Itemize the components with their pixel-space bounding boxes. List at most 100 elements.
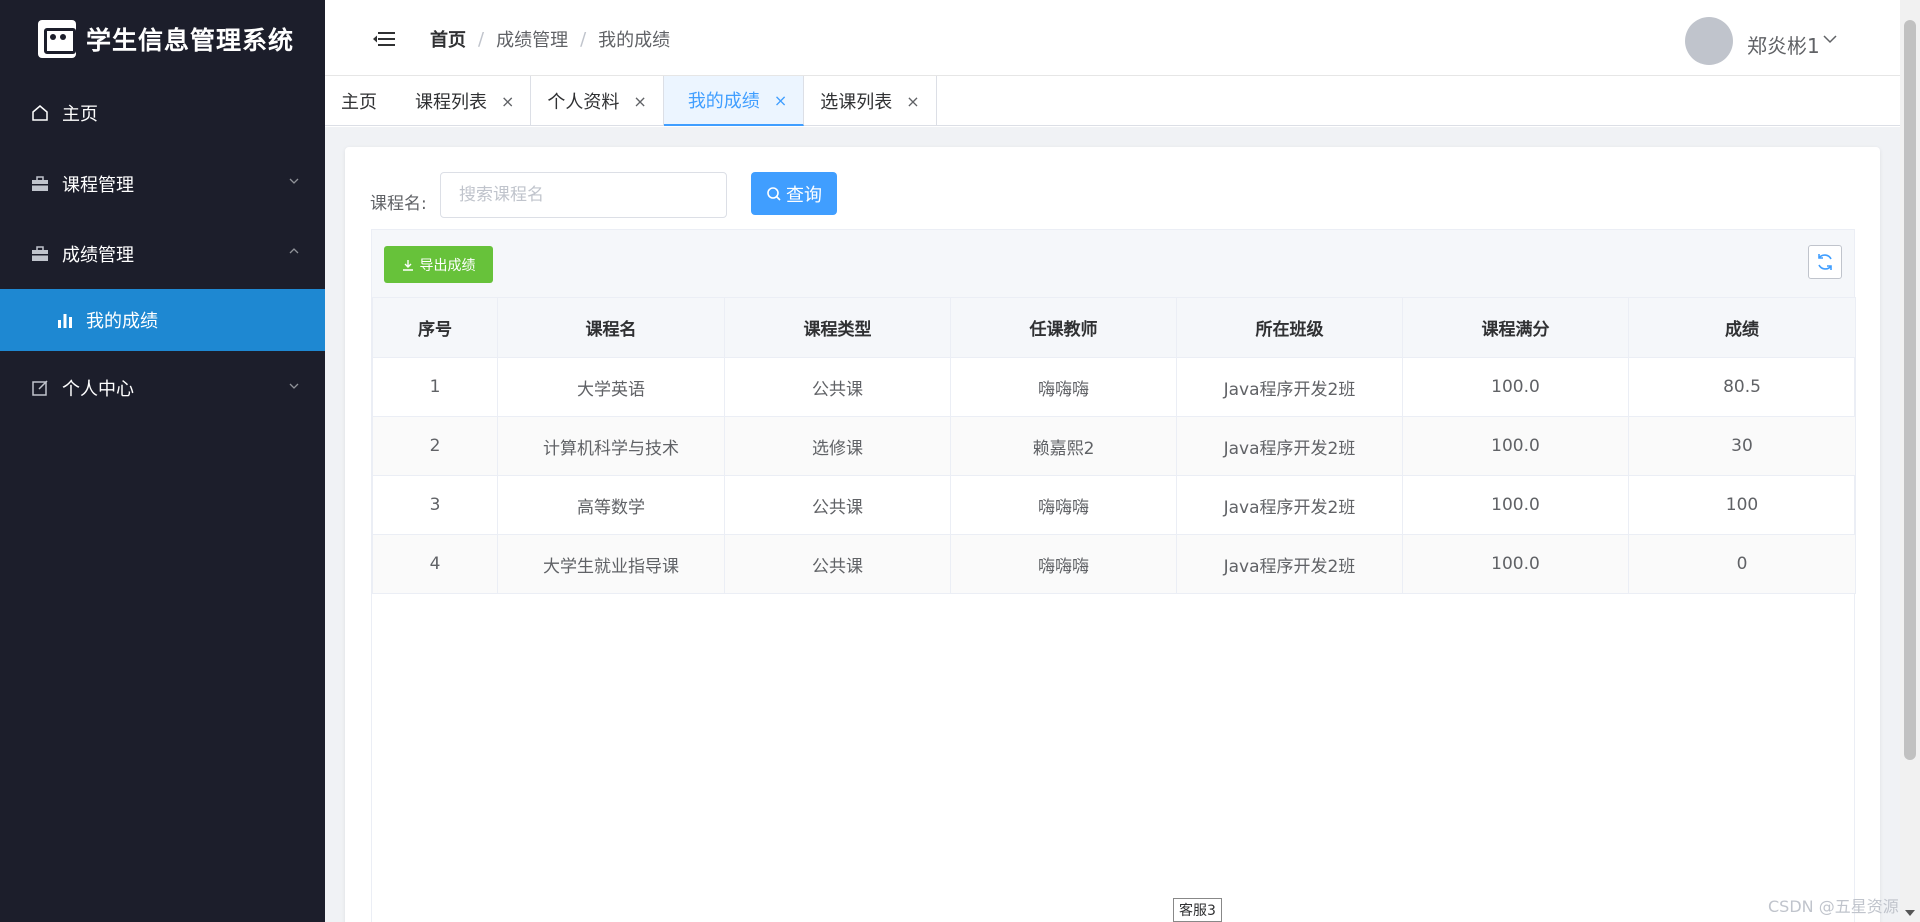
table-cell: 大学生就业指导课 xyxy=(497,534,725,594)
sidebar-item-grade-management[interactable]: 成绩管理 xyxy=(0,219,325,289)
table-cell: 嗨嗨嗨 xyxy=(950,357,1177,417)
column-header: 课程名 xyxy=(497,297,725,358)
sidebar-item-label: 成绩管理 xyxy=(62,245,134,266)
bar-chart-icon xyxy=(56,310,76,330)
table-cell: 大学英语 xyxy=(497,357,725,417)
breadcrumb-home[interactable]: 首页 xyxy=(430,26,466,52)
table-header-row: 序号 课程名 课程类型 任课教师 所在班级 课程满分 成绩 xyxy=(372,297,1856,358)
tab-label: 个人资料 xyxy=(547,92,620,113)
chevron-down-icon xyxy=(289,383,299,389)
table-cell: 嗨嗨嗨 xyxy=(950,534,1177,594)
breadcrumb-grade-management: 成绩管理 xyxy=(496,30,569,51)
tab-course-list[interactable]: 课程列表 × xyxy=(393,76,532,126)
table-row: 1 大学英语 公共课 嗨嗨嗨 Java程序开发2班 100.0 80.5 xyxy=(372,357,1856,417)
edit-icon xyxy=(30,378,50,398)
briefcase-icon xyxy=(30,244,50,264)
column-header: 课程满分 xyxy=(1402,297,1629,358)
sidebar: 学生信息管理系统 主页 课程管理 成绩管理 我的成绩 个人中心 xyxy=(0,0,325,922)
table-cell: 1 xyxy=(372,357,498,417)
chevron-down-icon xyxy=(289,178,299,184)
avatar[interactable] xyxy=(1685,17,1733,65)
sidebar-item-label: 我的成绩 xyxy=(86,311,158,332)
table-cell: Java程序开发2班 xyxy=(1176,416,1403,476)
home-icon xyxy=(30,103,50,123)
table-cell: Java程序开发2班 xyxy=(1176,357,1403,417)
table-cell: 100.0 xyxy=(1402,534,1629,594)
breadcrumb-separator: / xyxy=(478,28,485,50)
table-cell: 4 xyxy=(372,534,498,594)
app-title: 学生信息管理系统 xyxy=(86,25,295,55)
content-card: 课程名: 查询 导出成绩 xyxy=(345,147,1880,922)
page-scrollbar[interactable] xyxy=(1900,0,1920,922)
refresh-icon xyxy=(1818,254,1832,270)
download-icon xyxy=(402,259,413,271)
logo-icon xyxy=(38,19,76,58)
sidebar-item-my-grades[interactable]: 我的成绩 xyxy=(0,289,325,351)
table-cell: 赖嘉熙2 xyxy=(950,416,1177,476)
sidebar-item-course-management[interactable]: 课程管理 xyxy=(0,149,325,219)
query-button[interactable]: 查询 xyxy=(751,172,837,215)
scrollbar-thumb[interactable] xyxy=(1904,20,1916,760)
sidebar-item-label: 主页 xyxy=(62,104,98,125)
chevron-up-icon xyxy=(289,248,299,254)
export-button-label: 导出成绩 xyxy=(419,257,476,274)
column-header: 课程类型 xyxy=(724,297,951,358)
table-cell: 公共课 xyxy=(724,534,951,594)
search-input[interactable] xyxy=(440,172,727,218)
table-cell: 100.0 xyxy=(1402,416,1629,476)
breadcrumb-current: 我的成绩 xyxy=(598,30,671,51)
table-cell: Java程序开发2班 xyxy=(1176,534,1403,594)
main-content: 课程名: 查询 导出成绩 xyxy=(325,127,1900,922)
tab-label: 课程列表 xyxy=(415,92,487,113)
close-icon[interactable]: × xyxy=(774,91,787,110)
tab-label: 主页 xyxy=(341,92,377,113)
sidebar-item-label: 课程管理 xyxy=(62,175,134,196)
briefcase-icon xyxy=(30,174,50,194)
export-grades-button[interactable]: 导出成绩 xyxy=(384,246,493,283)
customer-service-badge[interactable]: 客服3 xyxy=(1173,898,1222,922)
close-icon[interactable]: × xyxy=(501,92,514,111)
grades-table: 序号 课程名 课程类型 任课教师 所在班级 课程满分 成绩 1 大学英语 公共课 xyxy=(371,297,1856,922)
table-cell: 选修课 xyxy=(724,416,951,476)
tab-course-selection[interactable]: 选课列表 × xyxy=(804,76,937,126)
table-cell: 公共课 xyxy=(724,357,951,417)
table-cell: 100 xyxy=(1628,475,1856,535)
tab-my-grades[interactable]: 我的成绩 × xyxy=(663,76,805,126)
search-label: 课程名: xyxy=(370,194,427,214)
table-cell: 0 xyxy=(1628,534,1856,594)
table-cell: 30 xyxy=(1628,416,1856,476)
column-header: 任课教师 xyxy=(950,297,1177,358)
tab-profile[interactable]: 个人资料 × xyxy=(531,76,664,126)
table-row: 4 大学生就业指导课 公共课 嗨嗨嗨 Java程序开发2班 100.0 0 xyxy=(372,534,1856,594)
table-row: 2 计算机科学与技术 选修课 赖嘉熙2 Java程序开发2班 100.0 30 xyxy=(372,416,1856,476)
refresh-button[interactable] xyxy=(1808,245,1842,279)
search-icon xyxy=(767,186,781,201)
table-cell: Java程序开发2班 xyxy=(1176,475,1403,535)
table-row: 3 高等数学 公共课 嗨嗨嗨 Java程序开发2班 100.0 100 xyxy=(372,475,1856,535)
table-cell: 高等数学 xyxy=(497,475,725,535)
tab-bar: 主页 课程列表 × 个人资料 × 我的成绩 × 选课列表 × xyxy=(325,76,1900,126)
breadcrumb: 首页 / 成绩管理 / 我的成绩 xyxy=(430,26,670,52)
column-header: 序号 xyxy=(372,297,498,358)
tab-home[interactable]: 主页 xyxy=(325,76,393,126)
table-cell: 80.5 xyxy=(1628,357,1856,417)
chevron-down-icon[interactable] xyxy=(1823,34,1837,44)
menu-toggle-icon[interactable] xyxy=(373,30,395,48)
table-cell: 公共课 xyxy=(724,475,951,535)
sidebar-item-home[interactable]: 主页 xyxy=(0,77,325,149)
sidebar-item-label: 个人中心 xyxy=(62,379,134,400)
table-cell: 计算机科学与技术 xyxy=(497,416,725,476)
scroll-down-arrow-icon[interactable] xyxy=(1905,910,1915,916)
column-header: 成绩 xyxy=(1628,297,1856,358)
top-header: 首页 / 成绩管理 / 我的成绩 郑炎彬1 xyxy=(325,0,1900,76)
watermark: CSDN @五星资源 xyxy=(1768,897,1899,916)
sidebar-item-personal-center[interactable]: 个人中心 xyxy=(0,351,325,425)
logo: 学生信息管理系统 xyxy=(0,0,325,77)
table-cell: 100.0 xyxy=(1402,475,1629,535)
user-name[interactable]: 郑炎彬1 xyxy=(1747,30,1820,59)
close-icon[interactable]: × xyxy=(633,92,646,111)
close-icon[interactable]: × xyxy=(906,92,919,111)
column-header: 所在班级 xyxy=(1176,297,1403,358)
breadcrumb-separator: / xyxy=(580,28,587,50)
table-toolbar: 导出成绩 xyxy=(371,229,1855,297)
